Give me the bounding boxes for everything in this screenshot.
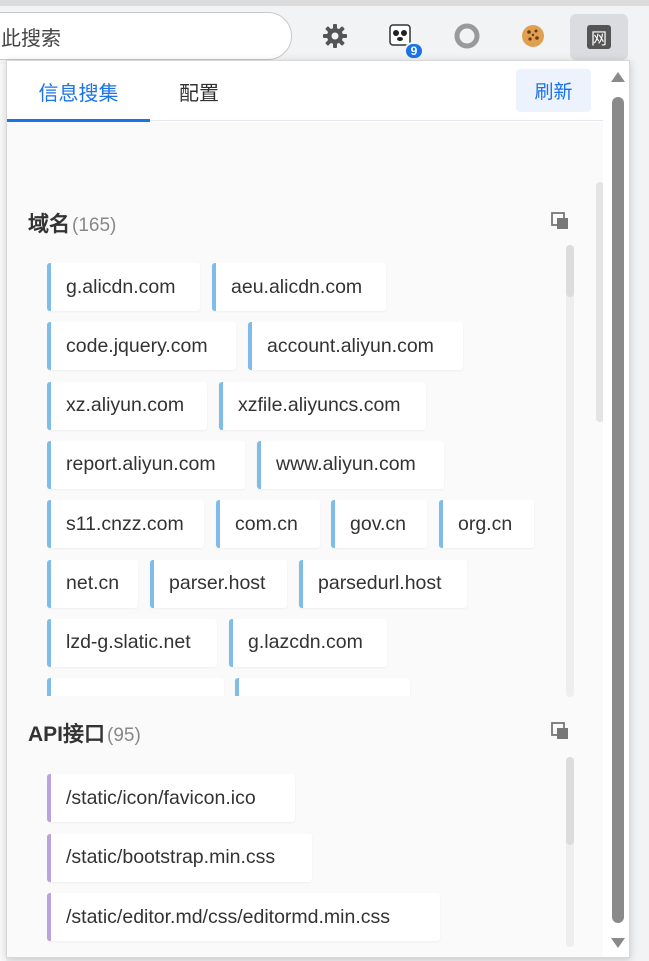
domain-item[interactable]: xz.aliyun.com (47, 381, 207, 430)
panda-extension-icon[interactable]: 9 (382, 18, 424, 60)
scroll-down-arrow-icon[interactable] (610, 937, 626, 949)
domain-item[interactable]: parser.host (150, 559, 287, 608)
copy-apis-icon[interactable] (549, 720, 571, 742)
domain-item-clipped[interactable] (235, 678, 410, 696)
domain-item[interactable]: g.alicdn.com (47, 263, 200, 311)
domain-item[interactable]: gov.cn (331, 500, 427, 549)
domain-item[interactable]: lzd-g.slatic.net (47, 618, 217, 667)
browser-toolbar: 此搜索 9 网 (0, 0, 649, 64)
domain-list-scrollbar-track[interactable] (566, 245, 574, 697)
api-item[interactable]: /static/bootstrap.min.css (47, 833, 312, 882)
popup-content: 域名 (165) g.alicdn.com aeu.alicdn.com code.j… (7, 122, 604, 957)
api-item[interactable]: /static/icon/favicon.ico (47, 774, 295, 822)
domain-item[interactable]: www.aliyun.com (257, 440, 444, 489)
domain-item[interactable]: g.lazcdn.com (229, 618, 387, 667)
domain-item[interactable]: aeu.alicdn.com (212, 263, 386, 311)
domain-item[interactable]: s11.cnzz.com (47, 500, 204, 549)
tab-info-collect[interactable]: 信息搜集 (7, 61, 150, 122)
domain-list-scrollbar-thumb[interactable] (566, 245, 574, 297)
copy-domains-icon[interactable] (549, 210, 571, 232)
extension-popup: 信息搜集 配置 刷新 域名 (165) g.alicdn.com aeu.alicd… (6, 60, 630, 958)
ring-extension-icon[interactable] (449, 18, 485, 54)
tab-config[interactable]: 配置 (179, 61, 219, 121)
domain-item-clipped[interactable] (47, 678, 224, 696)
wang-icon: 网 (587, 25, 611, 49)
api-title: API接口 (28, 723, 106, 746)
scroll-up-arrow-icon[interactable] (610, 71, 626, 83)
gear-extension-icon[interactable] (317, 18, 353, 54)
domain-item[interactable]: account.aliyun.com (248, 322, 463, 371)
extension-badge: 9 (404, 42, 424, 60)
api-item[interactable]: /static/editor.md/css/editormd.min.css (47, 893, 440, 941)
popup-tabs: 信息搜集 配置 刷新 (7, 61, 629, 122)
refresh-button[interactable]: 刷新 (516, 69, 591, 112)
domain-title: 域名 (28, 213, 70, 236)
popup-scrollbar-thumb[interactable] (612, 97, 624, 923)
api-section-title: API接口 (95) (28, 718, 141, 748)
domain-item[interactable]: org.cn (439, 500, 534, 549)
domain-count: (165) (72, 215, 117, 236)
domain-list: g.alicdn.com aeu.alicdn.com code.jquery.co… (47, 263, 575, 696)
domain-item[interactable]: report.aliyun.com (47, 440, 245, 489)
info-collector-extension-icon[interactable]: 网 (570, 14, 628, 60)
api-count: (95) (107, 725, 141, 746)
domain-item[interactable]: net.cn (47, 559, 138, 608)
domain-item[interactable]: xzfile.aliyuncs.com (219, 381, 426, 430)
api-list: /static/icon/favicon.ico/static/bootstra… (47, 774, 575, 946)
address-search-box[interactable]: 此搜索 (0, 12, 292, 60)
cookie-extension-icon[interactable] (515, 18, 551, 54)
domain-item[interactable]: com.cn (216, 500, 320, 549)
domain-item[interactable]: code.jquery.com (47, 322, 236, 371)
domain-item[interactable]: parsedurl.host (299, 559, 467, 608)
search-text: 此搜索 (1, 27, 61, 50)
domain-section-title: 域名 (165) (28, 208, 116, 238)
api-list-scrollbar-thumb[interactable] (566, 757, 574, 845)
